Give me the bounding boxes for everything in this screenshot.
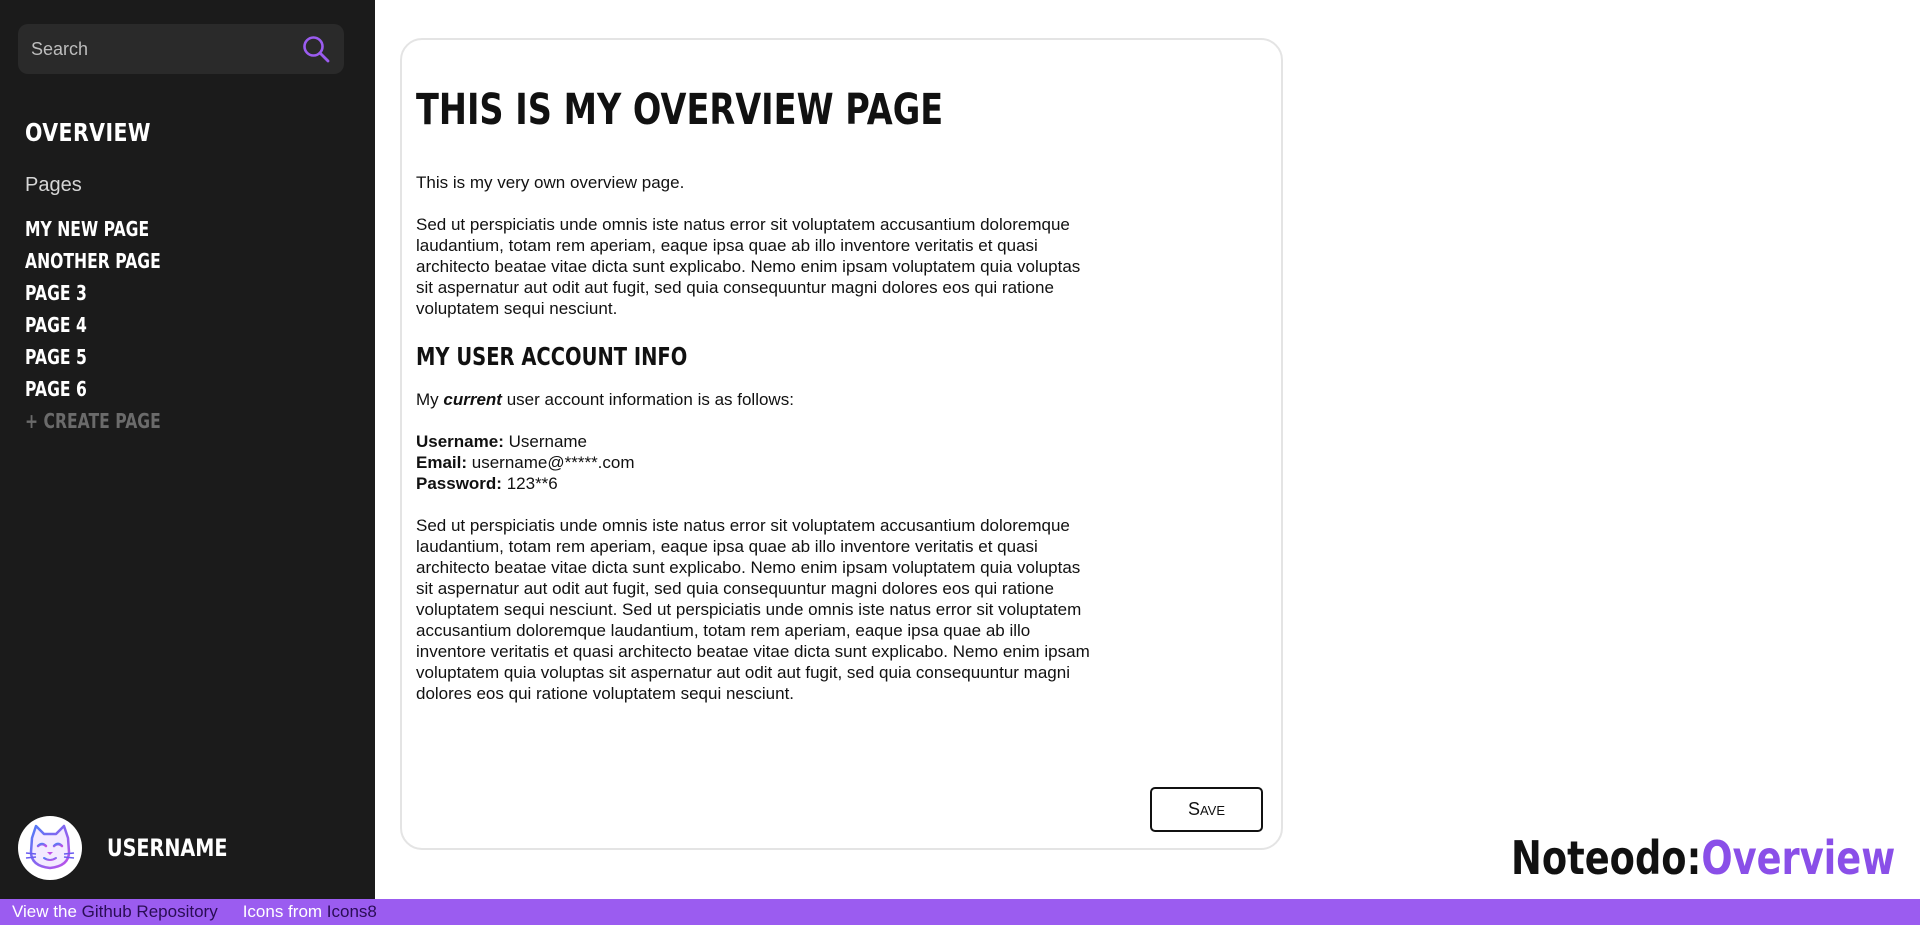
account-info-block: Username: Username Email: username@*****… — [416, 431, 1096, 494]
password-field-label: Password: — [416, 474, 502, 493]
password-row: Password: 123**6 — [416, 473, 1096, 494]
username-label[interactable]: USERNAME — [107, 834, 227, 862]
sidebar-item-page-6[interactable]: PAGE 6 — [25, 373, 161, 405]
nav-title-overview[interactable]: OVERVIEW — [25, 118, 151, 147]
create-page-button[interactable]: + CREATE PAGE — [25, 405, 161, 437]
search-icon[interactable] — [300, 33, 332, 65]
account-intro-before: My — [416, 390, 444, 409]
username-field-label: Username: — [416, 432, 504, 451]
sidebar-item-page-4[interactable]: PAGE 4 — [25, 309, 161, 341]
password-field-value: 123**6 — [501, 474, 558, 493]
user-area: USERNAME — [18, 816, 258, 880]
footer-icons: Icons from Icons8 — [243, 902, 377, 922]
email-row: Email: username@*****.com — [416, 452, 1096, 473]
sidebar-item-another-page[interactable]: ANOTHER PAGE — [25, 245, 161, 277]
icons8-link[interactable]: Icons8 — [327, 902, 377, 922]
footer-repo: View the Github Repository — [12, 902, 218, 922]
brand-title: Noteodo:Overview — [1511, 830, 1895, 886]
search-input[interactable] — [29, 24, 300, 74]
sidebar-item-page-5[interactable]: PAGE 5 — [25, 341, 161, 373]
sidebar-item-page-3[interactable]: PAGE 3 — [25, 277, 161, 309]
lorem-paragraph-2: Sed ut perspiciatis unde omnis iste natu… — [416, 516, 1090, 703]
email-field-value: username@*****.com — [467, 453, 635, 472]
section-title-account-info: MY USER ACCOUNT INFO — [416, 342, 688, 371]
pages-label: Pages — [25, 174, 82, 196]
lorem-paragraph-1: Sed ut perspiciatis unde omnis iste natu… — [416, 215, 1081, 318]
page-title: THIS IS MY OVERVIEW PAGE — [416, 85, 944, 135]
page-list: MY NEW PAGE ANOTHER PAGE PAGE 3 PAGE 4 P… — [25, 213, 199, 437]
github-repository-link[interactable]: Github Repository — [82, 902, 218, 922]
account-intro-emphasis: current — [443, 390, 502, 409]
avatar[interactable] — [18, 816, 82, 880]
sidebar: OVERVIEW Pages MY NEW PAGE ANOTHER PAGE … — [0, 0, 375, 899]
sidebar-item-my-new-page[interactable]: MY NEW PAGE — [25, 213, 161, 245]
account-intro-paragraph: My current user account information is a… — [416, 389, 1096, 410]
email-field-label: Email: — [416, 453, 468, 472]
footer-repo-prefix: View the — [12, 902, 82, 921]
save-button[interactable]: Save — [1150, 787, 1263, 832]
editor-card: THIS IS MY OVERVIEW PAGE This is my very… — [400, 38, 1283, 850]
account-intro-after: user account information is as follows: — [501, 390, 794, 409]
intro-paragraph: This is my very own overview page. — [416, 173, 685, 192]
footer: View the Github Repository Icons from Ic… — [0, 899, 1920, 925]
search-box — [18, 24, 344, 74]
brand-page-name: Overview — [1701, 831, 1895, 885]
brand-name: Noteodo: — [1510, 831, 1702, 885]
username-row: Username: Username — [416, 431, 1096, 452]
footer-icons-prefix: Icons from — [242, 902, 327, 921]
page-content[interactable]: THIS IS MY OVERVIEW PAGE This is my very… — [416, 80, 1096, 704]
cat-avatar-icon — [25, 824, 75, 870]
username-field-value: Username — [503, 432, 588, 451]
